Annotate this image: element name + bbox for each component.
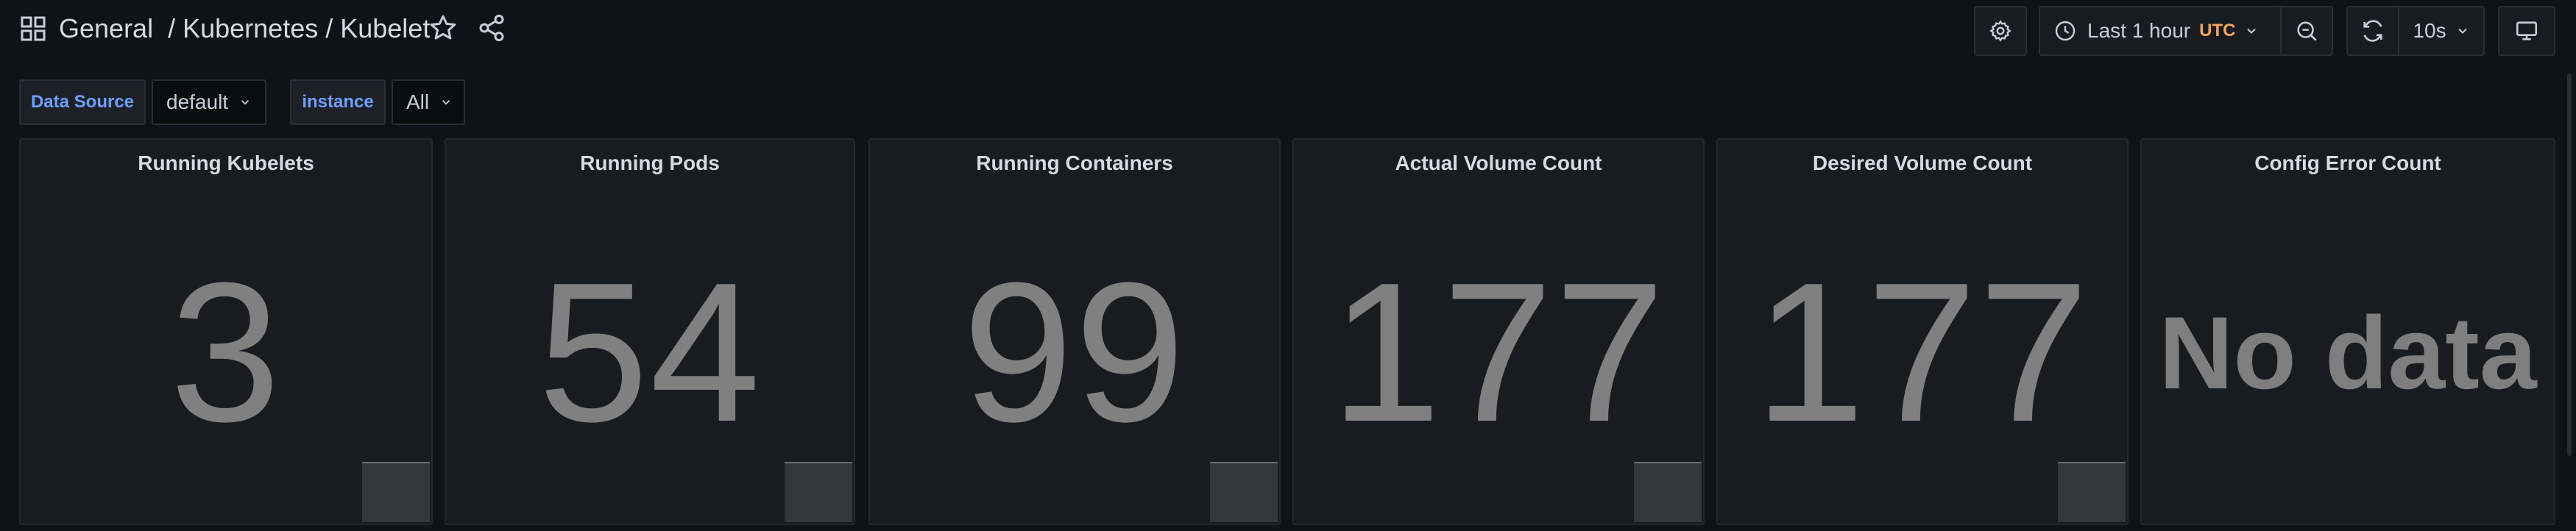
chevron-down-icon bbox=[241, 100, 250, 105]
tv-icon bbox=[2516, 21, 2538, 40]
zoom-out-icon bbox=[2297, 21, 2317, 41]
datasource-variable-select[interactable]: default bbox=[152, 79, 266, 125]
panel-title: Actual Volume Count bbox=[1395, 152, 1602, 174]
stat-panel-running-kubelets[interactable]: Running Kubelets 3 bbox=[19, 138, 433, 525]
panel-title: Running Kubelets bbox=[138, 152, 314, 174]
panel-value: 54 bbox=[537, 242, 762, 463]
sparkline bbox=[1634, 462, 1702, 522]
panel-value: 99 bbox=[962, 242, 1187, 463]
zoom-out-button[interactable] bbox=[2280, 6, 2333, 56]
sparkline bbox=[785, 462, 852, 522]
star-icon[interactable] bbox=[428, 13, 458, 43]
timezone-label: UTC bbox=[2199, 21, 2236, 40]
sparkline bbox=[362, 462, 430, 522]
time-range-picker[interactable]: Last 1 hour UTC bbox=[2039, 6, 2282, 56]
panel-title: Desired Volume Count bbox=[1812, 152, 2033, 174]
panel-title: Running Pods bbox=[580, 152, 720, 174]
tv-mode-button[interactable] bbox=[2498, 6, 2555, 56]
dashboard-settings-button[interactable] bbox=[1974, 6, 2027, 56]
panel-value: 177 bbox=[1754, 242, 2091, 463]
refresh-interval-label: 10s bbox=[2413, 19, 2446, 42]
refresh-icon bbox=[2363, 20, 2382, 42]
datasource-variable-value: default bbox=[166, 90, 229, 113]
stat-panel-config-error-count[interactable]: Config Error Count No data bbox=[2140, 138, 2555, 525]
instance-variable-select[interactable]: All bbox=[392, 79, 465, 125]
stat-panel-running-pods[interactable]: Running Pods 54 bbox=[445, 138, 855, 525]
panel-title: Running Containers bbox=[976, 152, 1173, 174]
time-range-label: Last 1 hour bbox=[2087, 19, 2191, 42]
instance-variable-label: instance bbox=[290, 79, 386, 125]
panel-value: 177 bbox=[1330, 242, 1667, 463]
instance-variable-value: All bbox=[406, 90, 430, 113]
sparkline bbox=[1210, 462, 1278, 522]
panel-no-data: No data bbox=[2159, 295, 2537, 410]
chevron-down-icon bbox=[2247, 28, 2257, 34]
sparkline bbox=[2058, 462, 2126, 522]
chevron-down-icon bbox=[442, 100, 450, 105]
stat-panel-actual-volume-count[interactable]: Actual Volume Count 177 bbox=[1292, 138, 1705, 525]
clock-icon bbox=[2055, 21, 2076, 41]
chevron-down-icon bbox=[2458, 28, 2467, 34]
apps-icon[interactable] bbox=[21, 16, 46, 41]
gear-icon bbox=[1989, 20, 2011, 42]
stat-panel-running-containers[interactable]: Running Containers 99 bbox=[868, 138, 1281, 525]
panel-value: 3 bbox=[169, 242, 283, 463]
stat-panel-desired-volume-count[interactable]: Desired Volume Count 177 bbox=[1716, 138, 2129, 525]
panel-title: Config Error Count bbox=[2254, 152, 2441, 174]
share-icon[interactable] bbox=[477, 13, 506, 43]
refresh-button[interactable] bbox=[2346, 6, 2399, 56]
scrollbar[interactable] bbox=[2567, 74, 2572, 456]
refresh-interval-picker[interactable]: 10s bbox=[2398, 6, 2485, 56]
datasource-variable-label: Data Source bbox=[19, 79, 146, 125]
breadcrumb[interactable]: General / Kubernetes / Kubelet bbox=[59, 12, 430, 46]
